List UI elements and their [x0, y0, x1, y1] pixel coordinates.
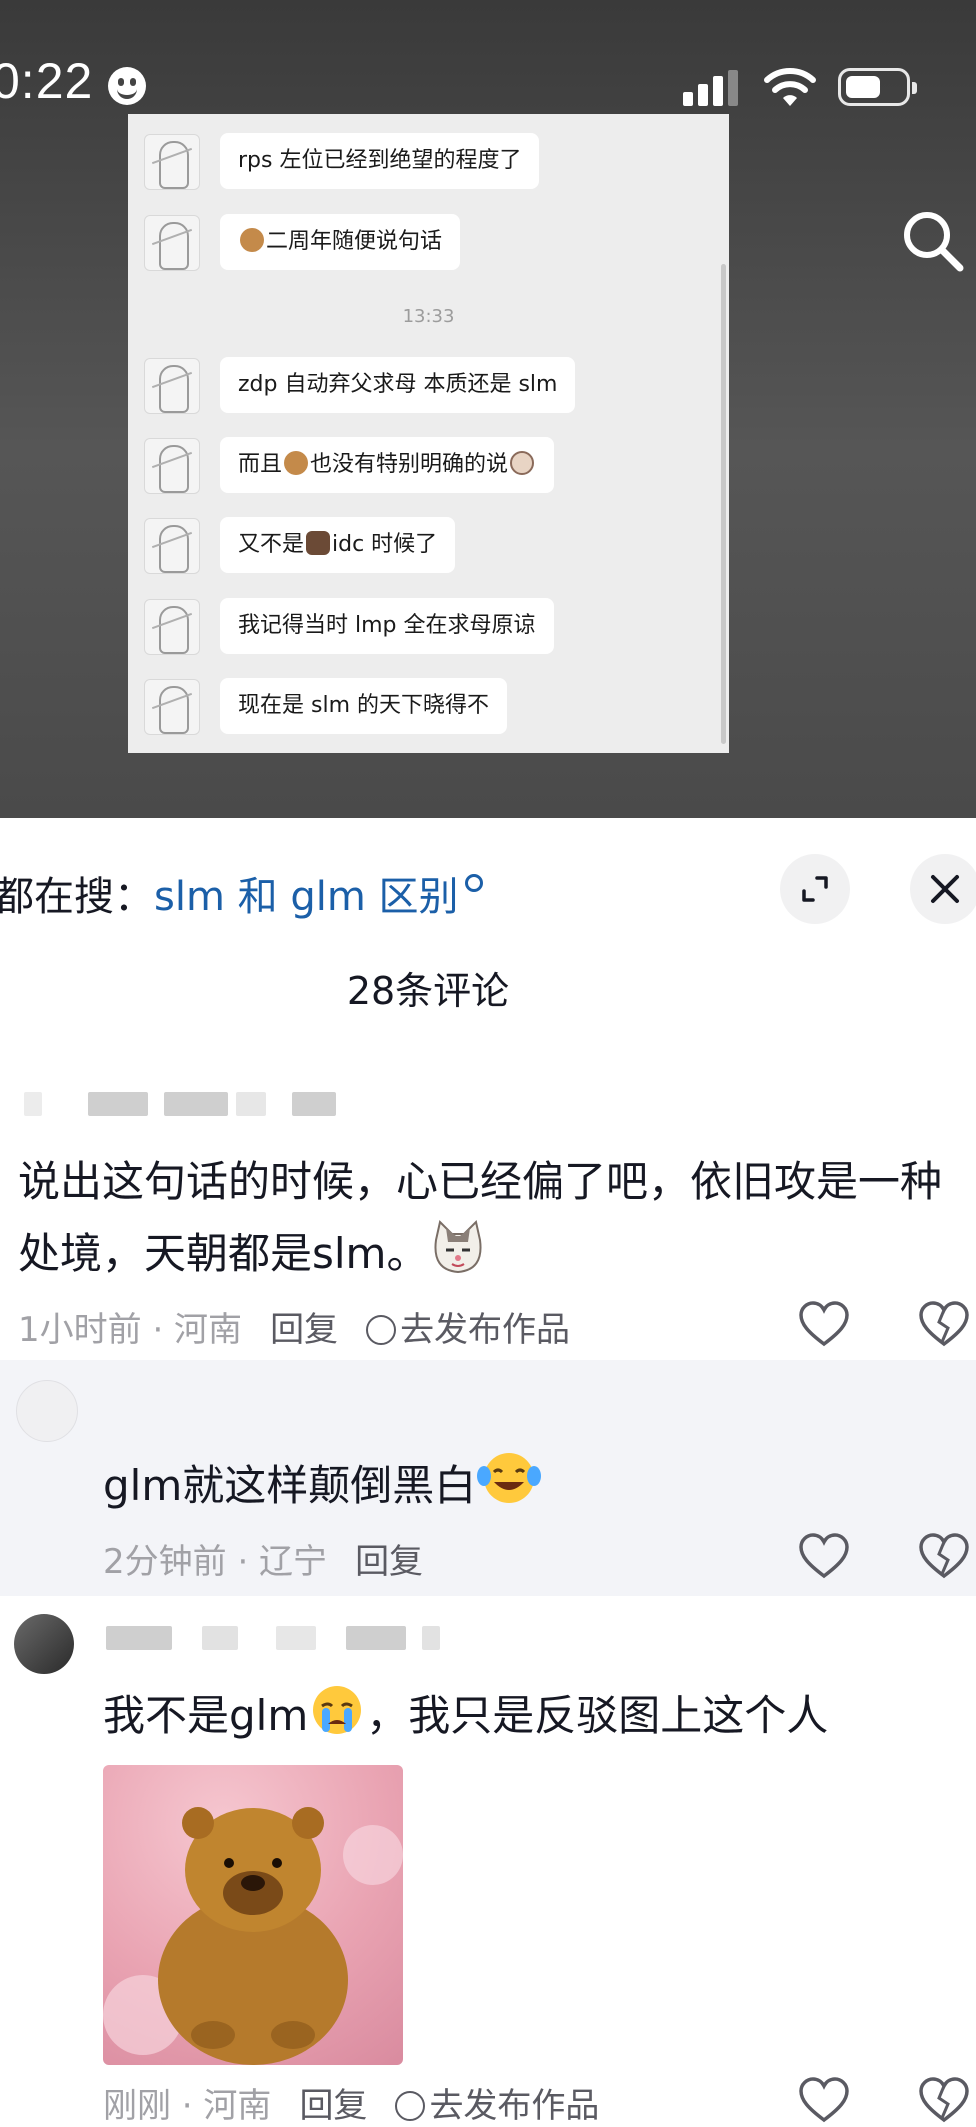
- chat-avatar: [144, 215, 200, 271]
- close-button[interactable]: [910, 854, 976, 924]
- comment-meta: 1小时前 · 河南 回复 去发布作品: [18, 1302, 570, 1351]
- chat-bubble: 而且 也没有特别明确的说: [220, 437, 555, 493]
- like-heart-icon[interactable]: [798, 1300, 850, 1348]
- dislike-broken-heart-icon[interactable]: [918, 1300, 970, 1348]
- publish-work-link[interactable]: 去发布作品: [366, 1310, 570, 1350]
- log-emoji-icon: [306, 531, 331, 555]
- expand-icon: [802, 876, 828, 902]
- crying-emoji-icon: [313, 1686, 362, 1734]
- laughing-tears-emoji-icon: [477, 1453, 542, 1503]
- comment-meta: 刚刚 · 河南 回复 去发布作品: [103, 2078, 599, 2127]
- wifi-icon: [764, 68, 816, 106]
- bear-illustration: [103, 1807, 403, 2065]
- chat-avatar: [144, 599, 200, 655]
- publish-work-label: 去发布作品: [400, 1310, 571, 1350]
- comment-time-location: 1小时前 · 河南: [18, 1310, 243, 1350]
- chat-avatar: [144, 438, 200, 494]
- reply-button[interactable]: 回复: [299, 2086, 367, 2126]
- username-blurred[interactable]: [24, 1092, 336, 1118]
- reply-button[interactable]: 回复: [355, 1542, 423, 1582]
- expand-button[interactable]: [780, 854, 850, 924]
- comment-time-location: 2分钟前 · 辽宁: [103, 1542, 328, 1582]
- cow-emoji-icon: [510, 451, 535, 475]
- battery-icon: [838, 68, 917, 106]
- chat-bubble: 又不是 idc 时候了: [220, 517, 456, 573]
- comment-time-location: 刚刚 · 河南: [103, 2086, 272, 2126]
- avatar[interactable]: [16, 1380, 78, 1442]
- chat-bubble: zdp 自动弃父求母 本质还是 slm: [220, 357, 576, 413]
- comment-count: 28条评论: [346, 969, 510, 1013]
- dislike-broken-heart-icon[interactable]: [918, 1532, 970, 1580]
- username-blurred[interactable]: [106, 1626, 466, 1652]
- like-heart-icon[interactable]: [798, 1532, 850, 1580]
- search-icon[interactable]: [900, 208, 966, 274]
- post-media[interactable]: 0:22 rps 左位已经到绝望的程度了 二周年随便说句话 13:33 zdp …: [0, 0, 976, 818]
- like-heart-icon[interactable]: [798, 2076, 850, 2124]
- close-icon: [931, 875, 959, 903]
- monkey-emoji-icon: [284, 451, 309, 475]
- avatar[interactable]: [14, 1614, 74, 1674]
- upload-icon: [395, 2091, 426, 2121]
- chat-scrollbar: [721, 264, 726, 744]
- comment-text: 说出这句话的时候，心已经偏了吧，依旧攻是一种处境，天朝都是slm。: [18, 1157, 943, 1278]
- search-suggestion-query[interactable]: slm 和 glm 区别: [154, 874, 459, 920]
- comment-text: 我不是glm ，我只是反驳图上这个人: [103, 1680, 963, 1752]
- chat-bubble: rps 左位已经到绝望的程度了: [220, 133, 540, 189]
- search-suggestion-prefix: 都在搜：: [0, 874, 154, 920]
- chat-avatar: [144, 679, 200, 735]
- focus-smiley-icon: [108, 67, 146, 105]
- search-suggestion[interactable]: 都在搜：slm 和 glm 区别: [0, 864, 483, 922]
- chat-screenshot: rps 左位已经到绝望的程度了 二周年随便说句话 13:33 zdp 自动弃父求…: [128, 114, 729, 753]
- publish-work-link[interactable]: 去发布作品: [395, 2086, 599, 2126]
- chat-bubble: 二周年随便说句话: [220, 214, 461, 270]
- publish-work-label: 去发布作品: [429, 2086, 600, 2126]
- monkey-emoji-icon: [240, 228, 264, 252]
- chat-bubble: 现在是 slm 的天下晓得不: [220, 678, 507, 734]
- reply-text: glm就这样颠倒黑白: [103, 1448, 903, 1522]
- reply-button[interactable]: 回复: [270, 1310, 338, 1350]
- chat-bubble: 我记得当时 lmp 全在求母原谅: [220, 598, 554, 654]
- chat-avatar: [144, 518, 200, 574]
- upload-icon: [366, 1315, 397, 1345]
- chat-timestamp: 13:33: [402, 306, 455, 327]
- dislike-broken-heart-icon[interactable]: [918, 2076, 970, 2124]
- search-small-icon: [464, 874, 483, 892]
- bear-sticker-image[interactable]: [103, 1765, 403, 2065]
- reply-meta: 2分钟前 · 辽宁 回复: [103, 1534, 423, 1583]
- chat-avatar: [144, 358, 200, 414]
- cat-emoji-icon: [434, 1220, 482, 1274]
- status-time: 0:22: [0, 53, 94, 109]
- chat-avatar: [144, 134, 200, 190]
- cellular-signal-icon: [683, 70, 741, 106]
